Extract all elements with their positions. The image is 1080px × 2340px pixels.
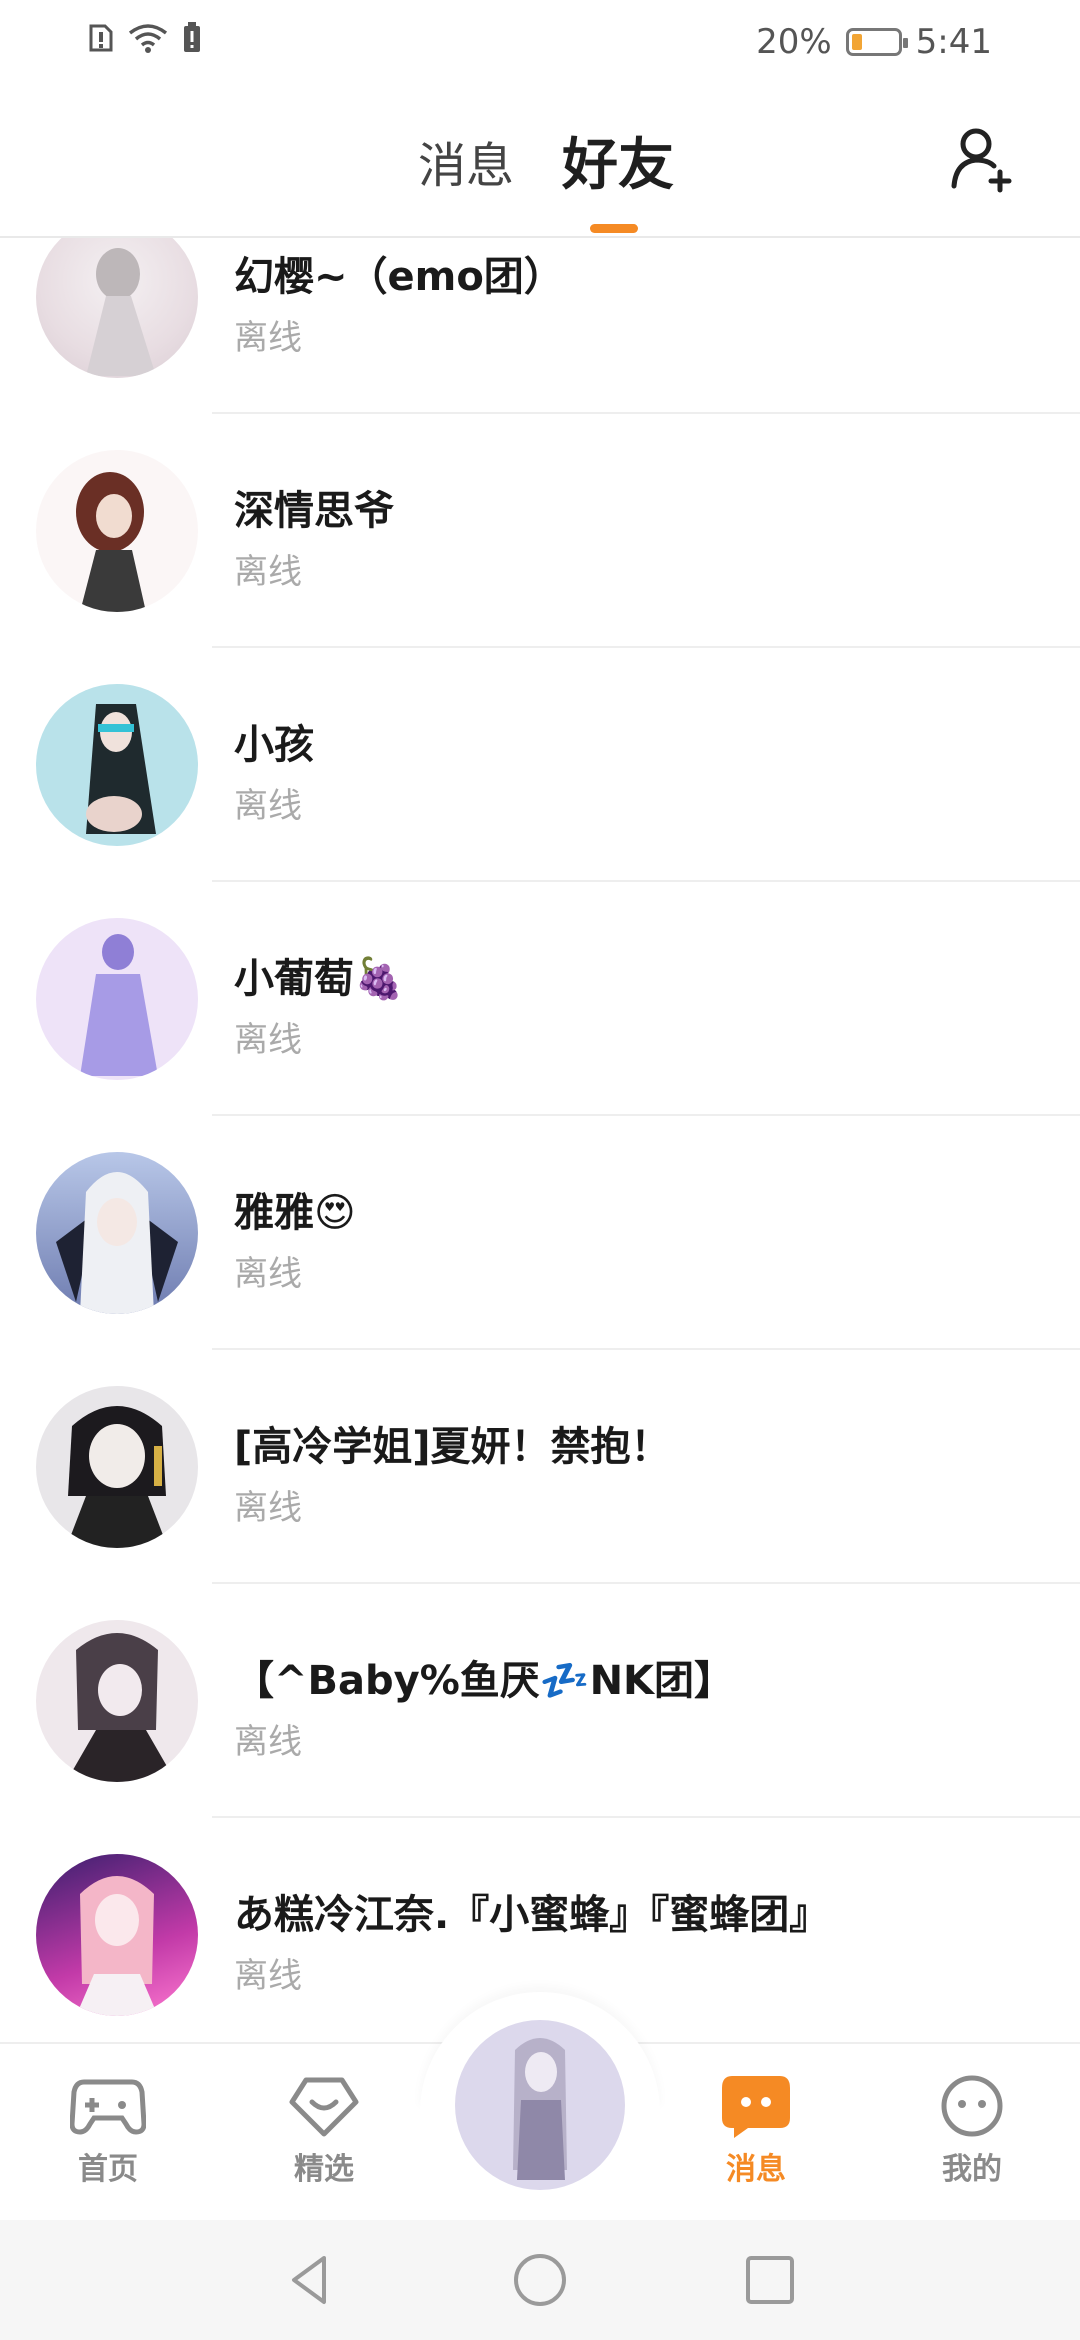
nav-profile[interactable]: 我的 xyxy=(912,2074,1032,2188)
wifi-icon xyxy=(128,24,168,53)
system-nav-bar xyxy=(0,2220,1080,2340)
back-icon[interactable] xyxy=(280,2250,340,2310)
tab-friends[interactable]: 好友 xyxy=(562,120,674,201)
clock: 5:41 xyxy=(915,22,992,62)
friend-row[interactable]: 【^Baby%鱼厌💤NK团】 离线 xyxy=(0,1584,1080,1818)
friend-status: 离线 xyxy=(234,1722,302,1762)
friend-status: 离线 xyxy=(234,1020,302,1060)
gamepad-icon xyxy=(70,2079,146,2135)
nav-messages-label: 消息 xyxy=(726,2152,786,2187)
alert-icon xyxy=(89,24,113,52)
friend-name: 雅雅😍 xyxy=(234,1190,356,1236)
message-bubble-icon xyxy=(722,2076,790,2138)
avatar xyxy=(36,238,198,378)
avatar xyxy=(36,1620,198,1782)
center-avatar-button[interactable] xyxy=(455,2020,625,2190)
friend-status: 离线 xyxy=(234,318,302,358)
friend-row[interactable]: [高冷学姐]夏妍！禁抱！ 离线 xyxy=(0,1350,1080,1584)
battery-percent: 20% xyxy=(756,22,832,62)
friend-row[interactable]: 雅雅😍 离线 xyxy=(0,1116,1080,1350)
nav-featured-label: 精选 xyxy=(294,2152,354,2187)
battery-alert-icon xyxy=(184,22,200,52)
friend-name: 小孩 xyxy=(234,722,314,768)
friend-row[interactable]: 小孩 离线 xyxy=(0,648,1080,882)
friend-name: 【^Baby%鱼厌💤NK团】 xyxy=(234,1658,735,1704)
friend-row[interactable]: 幻樱~（emo团） 离线 xyxy=(0,238,1080,414)
smiley-icon xyxy=(941,2075,1003,2137)
friend-list[interactable]: 幻樱~（emo团） 离线 深情思爷 离线 小孩 离线 小葡萄🍇 离线 雅雅😍 离… xyxy=(0,238,1080,2048)
avatar xyxy=(36,1152,198,1314)
friend-status: 离线 xyxy=(234,1956,302,1996)
status-icons-right: 20% 5:41 xyxy=(756,22,992,62)
nav-home[interactable]: 首页 xyxy=(48,2074,168,2188)
avatar xyxy=(36,918,198,1080)
friend-row[interactable]: 小葡萄🍇 离线 xyxy=(0,882,1080,1116)
nav-home-label: 首页 xyxy=(78,2152,138,2187)
heart-badge-icon xyxy=(289,2077,359,2137)
friend-name: 幻樱~（emo团） xyxy=(234,254,564,300)
friend-name: あ糕冷江奈.『小蜜蜂』『蜜蜂团』 xyxy=(234,1892,830,1938)
battery-icon xyxy=(845,28,908,56)
friend-name: 深情思爷 xyxy=(234,488,394,534)
friend-status: 离线 xyxy=(234,1254,302,1294)
home-circle-icon[interactable] xyxy=(510,2250,570,2310)
nav-featured[interactable]: 精选 xyxy=(264,2074,384,2188)
avatar xyxy=(36,450,198,612)
avatar xyxy=(36,684,198,846)
avatar xyxy=(36,1386,198,1548)
nav-profile-label: 我的 xyxy=(942,2152,1002,2187)
status-bar: 20% 5:41 xyxy=(0,0,1080,84)
status-icons-left xyxy=(88,22,202,54)
recents-icon[interactable] xyxy=(740,2250,800,2310)
active-tab-indicator xyxy=(590,224,638,233)
friend-name: 小葡萄🍇 xyxy=(234,956,404,1002)
nav-messages[interactable]: 消息 xyxy=(696,2074,816,2188)
friend-status: 离线 xyxy=(234,552,302,592)
friend-status: 离线 xyxy=(234,786,302,826)
add-person-icon[interactable] xyxy=(948,124,1018,194)
friend-status: 离线 xyxy=(234,1488,302,1528)
friend-row[interactable]: 深情思爷 离线 xyxy=(0,414,1080,648)
friend-name: [高冷学姐]夏妍！禁抱！ xyxy=(234,1424,671,1470)
avatar xyxy=(36,1854,198,2016)
top-header: 消息 好友 xyxy=(0,84,1080,238)
tab-messages[interactable]: 消息 xyxy=(418,126,514,196)
